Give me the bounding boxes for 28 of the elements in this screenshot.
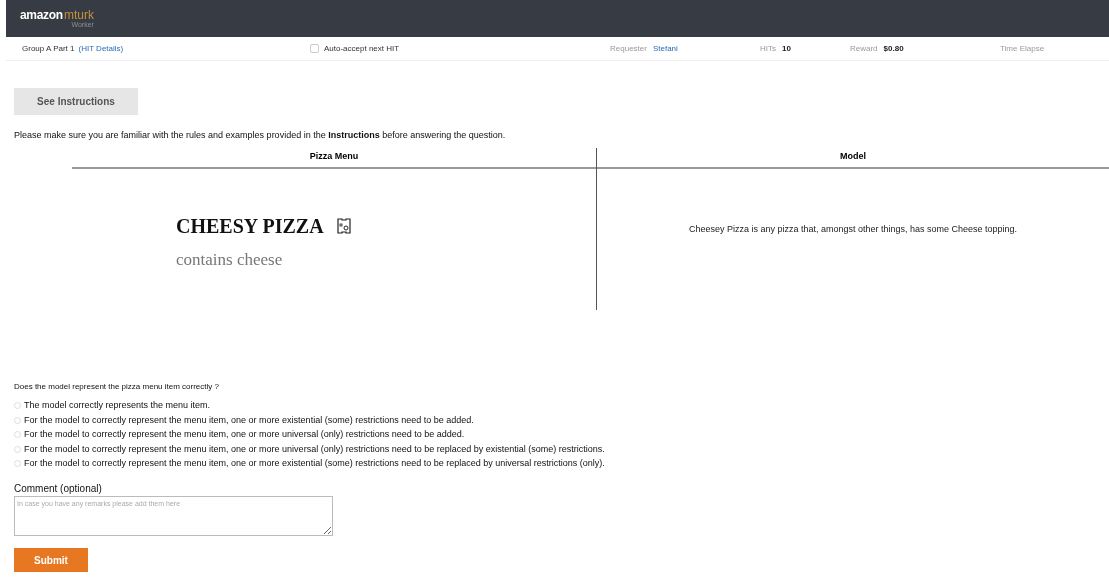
menu-item-name: CHEESY PIZZA [176, 214, 324, 239]
hit-details-link[interactable]: (HIT Details) [78, 42, 124, 55]
logo-brand: amazon [20, 9, 63, 21]
column-header: Model [597, 147, 1109, 169]
cheese-icon [335, 217, 352, 235]
stat-value: 10 [782, 42, 791, 55]
auto-accept-label: Auto-accept next HIT [324, 42, 400, 55]
option-label: For the model to correctly represent the menu item, one or more existential (some) restrictions need to be added. [24, 413, 474, 427]
stat-value: $0.80 [883, 42, 904, 55]
option-label: For the model to correctly represent the menu item, one or more universal (only) restrictions need to be replaced by existential (some) restrictions. [24, 442, 605, 456]
model-description: Cheesey Pizza is any pizza that, amongst other things, has some Cheese topping. [688, 222, 1018, 236]
column-header: Pizza Menu [72, 147, 596, 169]
option-label: The model correctly represents the menu item. [24, 399, 211, 412]
logo-product: mturk [63, 9, 94, 21]
comment-label: Comment (optional) [14, 482, 103, 496]
stat-label: Reward [850, 42, 878, 55]
see-instructions-button[interactable]: See Instructions [14, 88, 138, 115]
instructions-notice: Please make sure you are familiar with the rules and examples provided in the Instructions before answering the question. [14, 129, 507, 142]
option-label: For the model to correctly represent the menu item, one or more existential (some) restrictions need to be replaced by universal restrictions (only). [24, 457, 605, 470]
requester-link[interactable]: Stefani [652, 42, 678, 55]
stat-label: Time Elapse [1000, 42, 1045, 55]
menu-item-description: contains cheese [176, 249, 284, 271]
auto-accept-checkbox[interactable] [310, 44, 319, 53]
option-label: For the model to correctly represent the menu item, one or more universal (only) restrictions need to be added. [24, 428, 465, 441]
hit-title: Group A Part 1 [22, 42, 75, 55]
question-text: Does the model represent the pizza menu item correctly ? [14, 380, 220, 393]
stat-label: HITs [760, 42, 776, 55]
stat-label: Requester [610, 42, 647, 55]
